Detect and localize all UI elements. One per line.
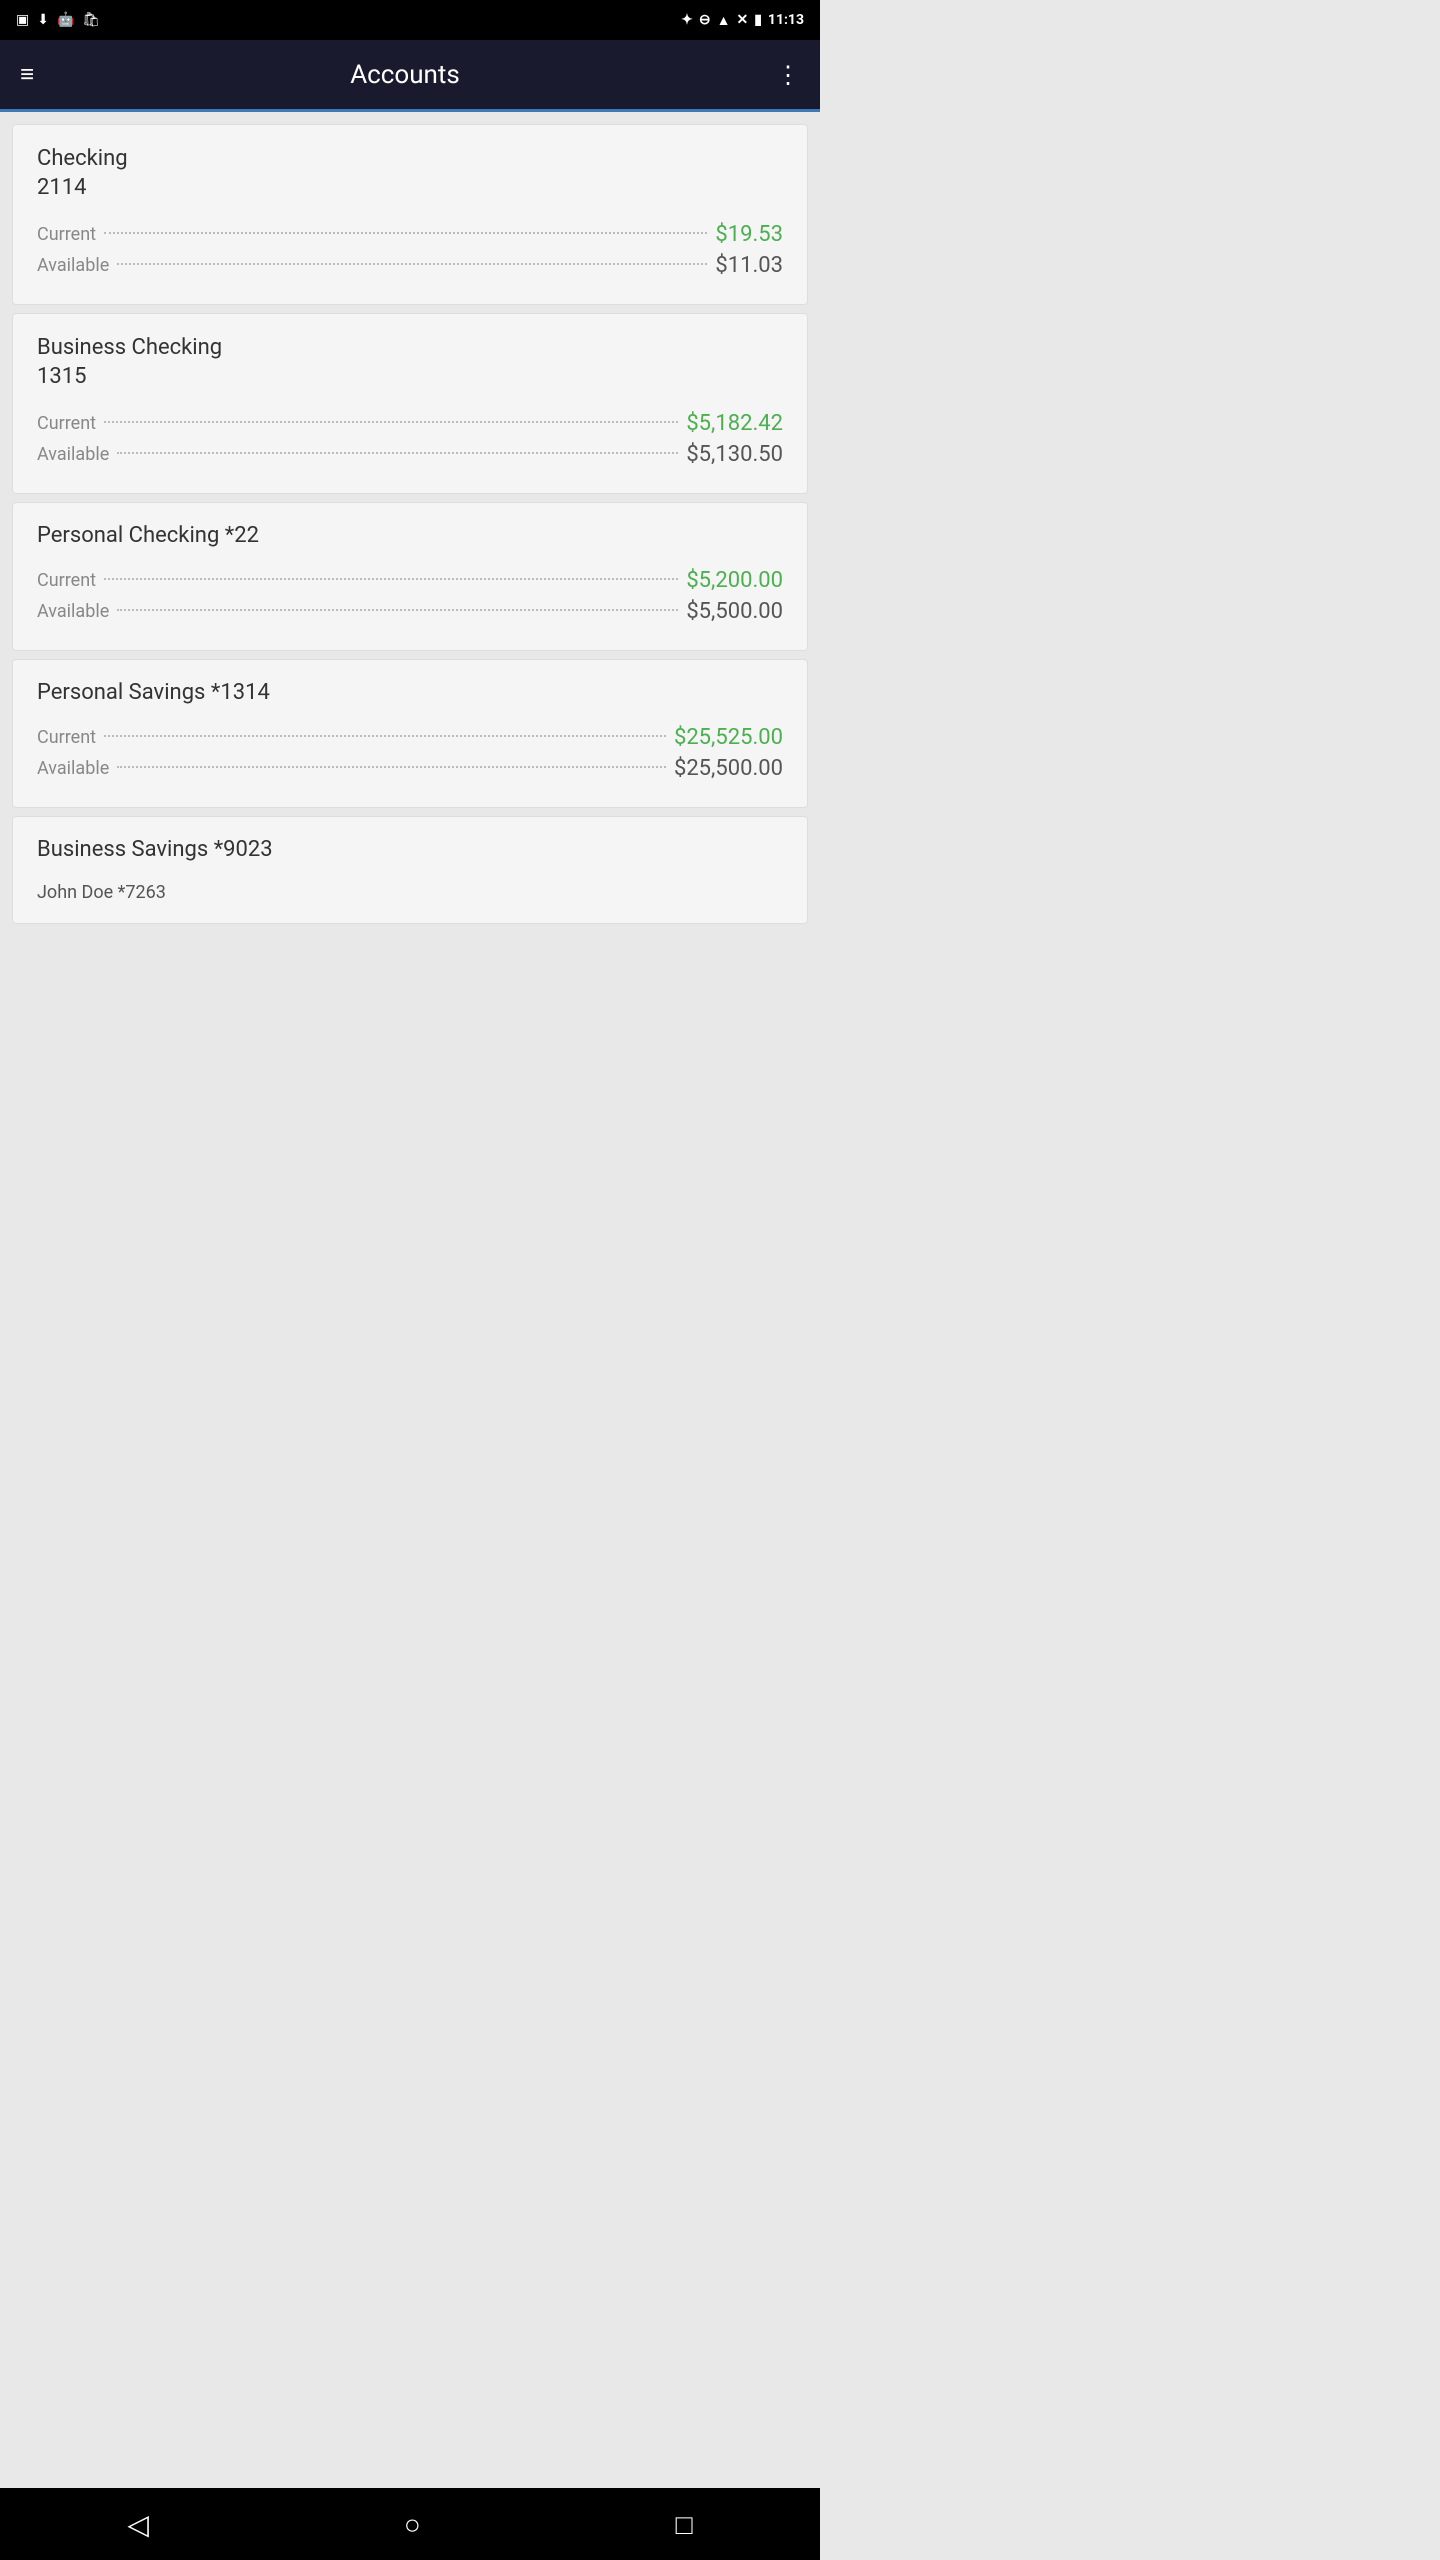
current-row-1: Current $5,182.42 [37, 411, 783, 436]
current-label-1: Current [37, 413, 96, 434]
page-title: Accounts [350, 60, 460, 90]
available-value-1: $5,130.50 [686, 442, 783, 467]
dotted-line [117, 452, 678, 454]
current-label-2: Current [37, 570, 96, 591]
dotted-line [104, 421, 678, 423]
battery-icon: ▮ [754, 12, 762, 28]
available-value-2: $5,500.00 [686, 599, 783, 624]
dotted-line [117, 609, 678, 611]
download-icon: ⬇ [37, 12, 49, 28]
home-button[interactable]: ○ [404, 2508, 421, 2541]
dotted-line [104, 232, 707, 234]
status-bar: ▣ ⬇ 🤖 🛍 ✦ ⊖ ▲ ✕ ▮ 11:13 [0, 0, 820, 40]
available-row-0: Available $11.03 [37, 253, 783, 278]
account-name-0: Checking [37, 145, 783, 174]
account-name-3: Personal Savings *1314 [37, 680, 783, 705]
account-number-1: 1315 [37, 363, 783, 392]
sim-off-icon: ✕ [736, 12, 748, 28]
account-card-personal-savings[interactable]: Personal Savings *1314 Current $25,525.0… [12, 659, 808, 808]
current-row-3: Current $25,525.00 [37, 725, 783, 750]
available-label-0: Available [37, 255, 109, 276]
dotted-line [104, 735, 666, 737]
current-value-1: $5,182.42 [686, 411, 783, 436]
dotted-line [104, 578, 678, 580]
current-value-3: $25,525.00 [674, 725, 783, 750]
more-options-button[interactable]: ⋮ [776, 61, 800, 89]
available-value-3: $25,500.00 [674, 756, 783, 781]
available-row-1: Available $5,130.50 [37, 442, 783, 467]
account-card-business-savings[interactable]: Business Savings *9023 John Doe *7263 [12, 816, 808, 924]
time: 11:13 [768, 12, 804, 28]
app-icon-1: ▣ [16, 12, 29, 28]
available-label-1: Available [37, 444, 109, 465]
account-name-1: Business Checking [37, 334, 783, 363]
account-card-personal-checking[interactable]: Personal Checking *22 Current $5,200.00 … [12, 502, 808, 651]
status-bar-left: ▣ ⬇ 🤖 🛍 [16, 12, 100, 28]
menu-button[interactable]: ≡ [20, 60, 34, 89]
recents-button[interactable]: □ [676, 2508, 693, 2541]
current-row-2: Current $5,200.00 [37, 568, 783, 593]
account-number-0: 2114 [37, 174, 783, 203]
current-label-3: Current [37, 727, 96, 748]
bag-icon: 🛍 [82, 12, 100, 28]
bluetooth-icon: ✦ [681, 12, 693, 28]
accounts-list: Checking 2114 Current $19.53 Available $… [0, 112, 820, 936]
minus-circle-icon: ⊖ [699, 12, 711, 28]
status-bar-right: ✦ ⊖ ▲ ✕ ▮ 11:13 [681, 12, 804, 29]
android-icon: 🤖 [57, 12, 74, 28]
current-value-0: $19.53 [715, 222, 783, 247]
available-label-3: Available [37, 758, 109, 779]
dotted-line [117, 766, 666, 768]
available-row-2: Available $5,500.00 [37, 599, 783, 624]
account-name-4: Business Savings *9023 [37, 837, 783, 862]
available-label-2: Available [37, 601, 109, 622]
back-button[interactable]: ◁ [127, 2508, 149, 2541]
top-app-bar: ≡ Accounts ⋮ [0, 40, 820, 112]
current-row-0: Current $19.53 [37, 222, 783, 247]
available-row-3: Available $25,500.00 [37, 756, 783, 781]
available-value-0: $11.03 [715, 253, 783, 278]
dotted-line [117, 263, 707, 265]
account-name-2: Personal Checking *22 [37, 523, 783, 548]
bottom-navigation: ◁ ○ □ [0, 2488, 820, 2560]
account-card-checking[interactable]: Checking 2114 Current $19.53 Available $… [12, 124, 808, 305]
account-sub-label-4: John Doe *7263 [37, 882, 783, 903]
wifi-icon: ▲ [717, 12, 731, 29]
current-label-0: Current [37, 224, 96, 245]
current-value-2: $5,200.00 [686, 568, 783, 593]
account-card-business-checking[interactable]: Business Checking 1315 Current $5,182.42… [12, 313, 808, 494]
